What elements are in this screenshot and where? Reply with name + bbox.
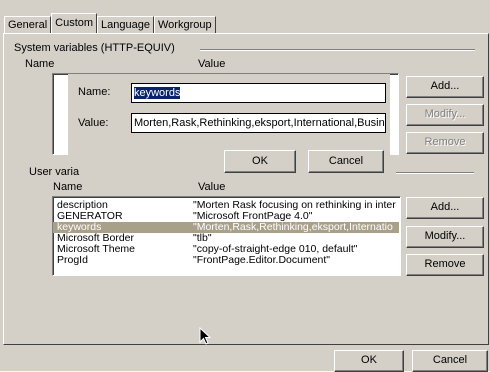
system-add-button[interactable]: Add... bbox=[406, 76, 484, 98]
user-col-value-header: Value bbox=[198, 181, 226, 193]
edit-ok-button[interactable]: OK bbox=[224, 150, 296, 173]
tab-strip: General Custom Language Workgroup bbox=[4, 13, 216, 33]
user-col-name-header: Name bbox=[53, 181, 83, 193]
user-group-divider bbox=[396, 172, 474, 174]
row-value: "FrontPage.Editor.Document" bbox=[193, 254, 331, 266]
tab-general[interactable]: General bbox=[4, 16, 52, 33]
tab-workgroup[interactable]: Workgroup bbox=[154, 16, 216, 33]
user-variables-list[interactable]: description "Morten Rask focusing on ret… bbox=[52, 196, 401, 276]
name-field-label: Name: bbox=[78, 86, 111, 98]
tab-custom[interactable]: Custom bbox=[51, 13, 98, 33]
system-group-divider bbox=[200, 49, 475, 51]
value-field-value: Morten,Rask,Rethinking,eksport,Internati… bbox=[134, 117, 386, 129]
user-variables-group-label: User varia bbox=[29, 166, 80, 178]
table-row[interactable]: ProgId "FrontPage.Editor.Document" bbox=[53, 255, 399, 266]
system-remove-button[interactable]: Remove bbox=[406, 132, 484, 154]
tab-language[interactable]: Language bbox=[97, 16, 154, 33]
system-col-value-header: Value bbox=[198, 58, 226, 70]
mouse-pointer-icon bbox=[199, 327, 212, 345]
page-properties-dialog: General Custom Language Workgroup System… bbox=[0, 0, 490, 372]
system-modify-button[interactable]: Modify... bbox=[406, 104, 484, 126]
cancel-button[interactable]: Cancel bbox=[412, 350, 488, 372]
name-field-value: keywords bbox=[134, 87, 181, 99]
system-variables-group-label: System variables (HTTP-EQUIV) bbox=[14, 42, 175, 54]
value-field-label: Value: bbox=[78, 117, 109, 129]
row-value: "Morten,Rask,Rethinking,eksport,Internat… bbox=[193, 221, 393, 233]
system-col-name-header: Name bbox=[25, 58, 55, 70]
user-add-button[interactable]: Add... bbox=[406, 197, 484, 219]
value-field[interactable]: Morten,Rask,Rethinking,eksport,Internati… bbox=[131, 113, 386, 133]
edit-cancel-button[interactable]: Cancel bbox=[308, 150, 384, 173]
row-name: ProgId bbox=[57, 254, 88, 266]
ok-button[interactable]: OK bbox=[334, 350, 404, 372]
user-remove-button[interactable]: Remove bbox=[406, 254, 484, 276]
name-field[interactable]: keywords bbox=[131, 83, 386, 103]
user-modify-button[interactable]: Modify... bbox=[406, 226, 484, 248]
